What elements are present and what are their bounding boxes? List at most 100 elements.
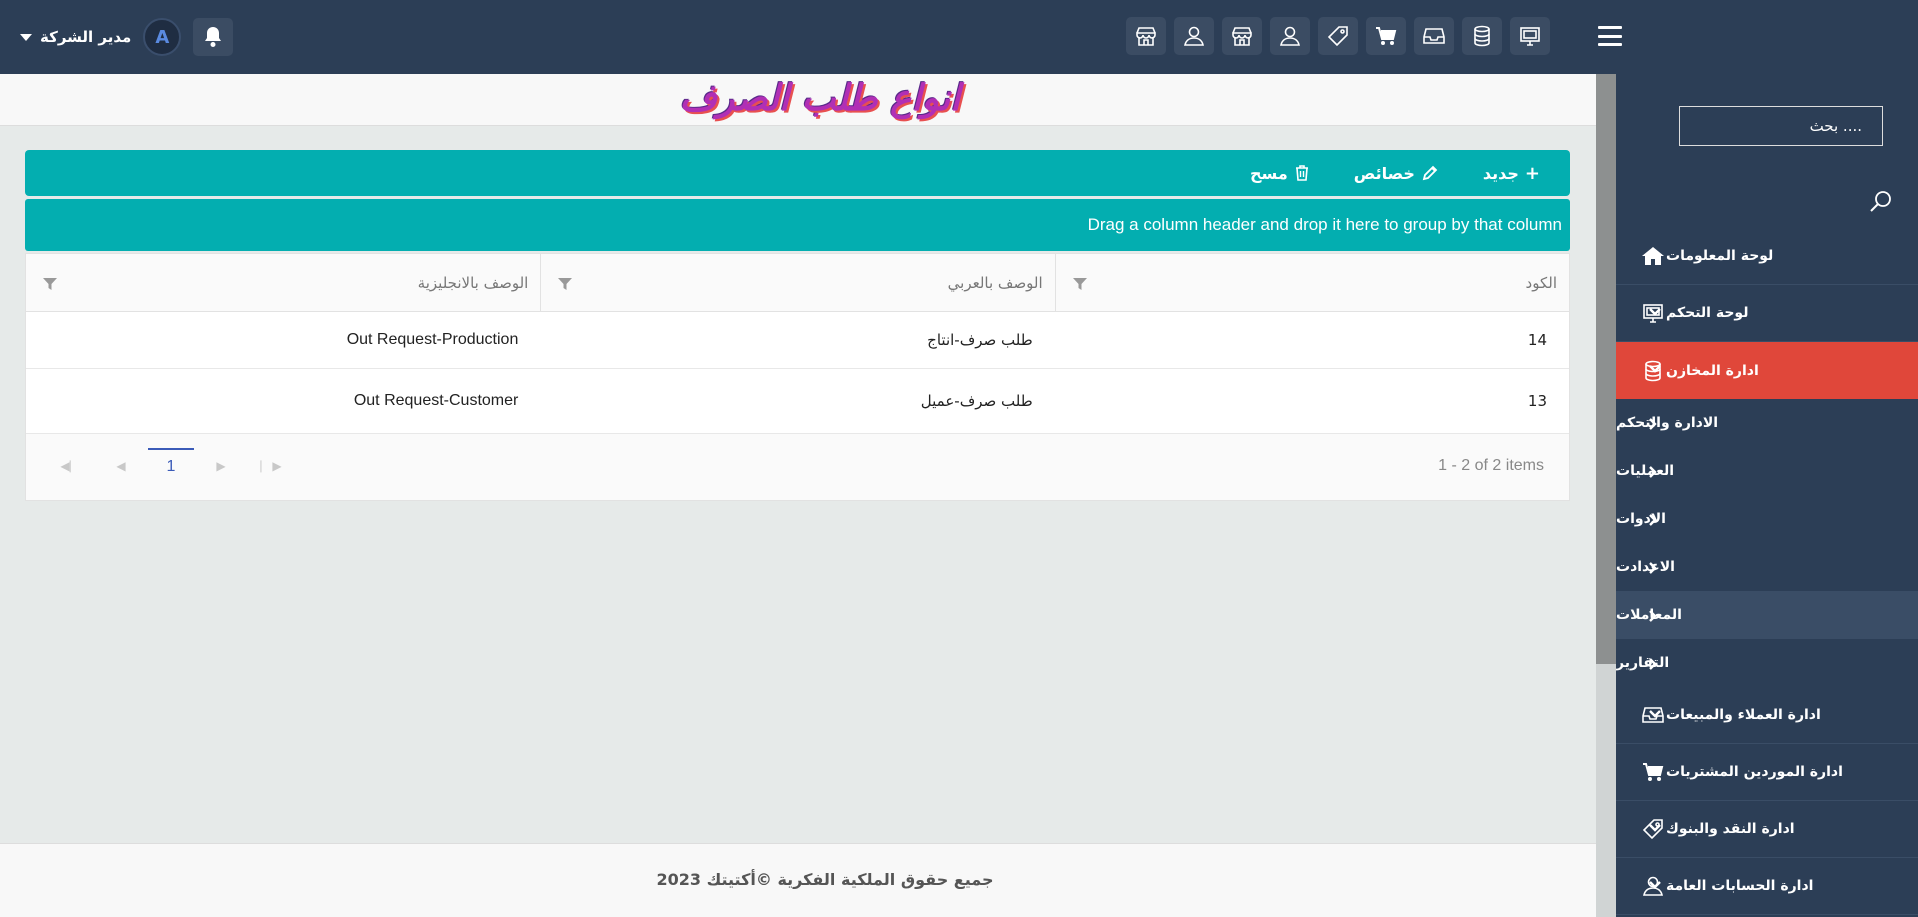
user-menu[interactable]: مدير الشركة: [20, 28, 131, 46]
bell-icon: [205, 27, 222, 47]
chevron-down-icon: [1649, 824, 1661, 832]
sidebar-subitem-transactions[interactable]: المعاملات: [1616, 591, 1918, 639]
sidebar: بحث .... لوحة المعلومات لوحة التحكم ادار…: [1616, 74, 1918, 917]
edit-button-label: خصائص: [1353, 163, 1415, 183]
sidebar-subitem-settings[interactable]: الاعدادت: [1616, 543, 1918, 591]
sidebar-item-cash-banks[interactable]: ادارة النقد والبنوك: [1616, 801, 1918, 858]
chevron-down-icon: [1649, 308, 1661, 316]
trash-icon: [1295, 165, 1308, 181]
sidebar-subitem-reports[interactable]: التقارير: [1616, 639, 1918, 687]
chevron-right-icon: [1649, 562, 1657, 574]
column-header-label: الكود: [1525, 273, 1557, 292]
sidebar-item-suppliers-purchases[interactable]: ادارة الموردين المشتريات: [1616, 744, 1918, 801]
delete-button[interactable]: مسح: [1250, 164, 1310, 183]
sidebar-subitem-management[interactable]: الادارة والتحكم: [1616, 399, 1918, 447]
chevron-down-icon: [1649, 881, 1661, 889]
chevron-right-icon: [1649, 610, 1657, 622]
group-by-panel[interactable]: Drag a column header and drop it here to…: [25, 199, 1570, 251]
chevron-right-icon: [1649, 466, 1657, 478]
sidebar-subitem-label: الادوات: [1616, 511, 1666, 527]
avatar[interactable]: A: [143, 18, 182, 56]
sidebar-subitem-label: الاعدادت: [1616, 559, 1675, 575]
edit-button[interactable]: خصائص: [1354, 164, 1439, 183]
sidebar-item-label: لوحة المعلومات: [1666, 248, 1774, 264]
column-header-english[interactable]: الوصف بالانجليزية: [26, 254, 540, 311]
column-header-code[interactable]: الكود: [1054, 254, 1569, 311]
database-icon[interactable]: [1462, 17, 1502, 55]
cart-icon[interactable]: [1366, 17, 1406, 55]
grid-table: الكود الوصف بالعربي الوصف بالانجليزية 14…: [25, 253, 1570, 501]
home-icon: [1640, 243, 1666, 269]
user-area: مدير الشركة A: [20, 18, 234, 56]
last-page-icon[interactable]: ⎸▶: [246, 448, 296, 484]
pencil-icon: [1422, 165, 1438, 181]
sidebar-item-general-accounts[interactable]: ادارة الحسابات العامة: [1616, 858, 1918, 915]
sidebar-subitem-label: العمليات: [1616, 463, 1675, 479]
user-icon[interactable]: [1270, 17, 1310, 55]
sidebar-item-label: ادارة العملاء والمبيعات: [1666, 707, 1821, 723]
new-button-label: جديد: [1482, 163, 1519, 183]
cell-english: Out Request-Production: [346, 331, 519, 348]
prev-page-icon[interactable]: ◀: [96, 448, 146, 484]
copyright-text: جميع حقوق الملكية الفكرية ©أكتيتك 2023: [656, 870, 994, 889]
filter-icon[interactable]: [557, 276, 573, 292]
store-icon[interactable]: [1222, 17, 1262, 55]
search-input[interactable]: بحث ....: [1679, 106, 1883, 146]
pager: 1 - 2 of 2 items ◀⎸ ◀ 1 ▶ ⎸▶: [26, 434, 1569, 500]
quick-access-toolbar: [1126, 17, 1550, 55]
sidebar-item-warehouses[interactable]: ادارة المخازن: [1616, 342, 1918, 399]
sidebar-subitem-operations[interactable]: العمليات: [1616, 447, 1918, 495]
cell-code: 13: [1527, 392, 1547, 410]
caret-down-icon: [20, 33, 32, 41]
table-row[interactable]: 13 طلب صرف-عميل Out Request-Customer: [26, 369, 1569, 434]
tag-icon[interactable]: [1318, 17, 1358, 55]
user-name: مدير الشركة: [40, 28, 132, 46]
pager-nav: ◀⎸ ◀ 1 ▶ ⎸▶: [46, 448, 296, 484]
sidebar-item-label: ادارة الموردين المشتريات: [1666, 764, 1843, 780]
sidebar-item-label: ادارة المخازن: [1666, 362, 1759, 379]
footer: جميع حقوق الملكية الفكرية ©أكتيتك 2023: [0, 843, 1596, 917]
table-row[interactable]: 14 طلب صرف-انتاج Out Request-Production: [26, 312, 1569, 369]
user-icon[interactable]: [1174, 17, 1214, 55]
chevron-right-icon: [1649, 418, 1657, 430]
filter-icon[interactable]: [1072, 276, 1088, 292]
delete-button-label: مسح: [1250, 163, 1288, 183]
chevron-down-icon: [1649, 365, 1661, 373]
sidebar-menu: لوحة المعلومات لوحة التحكم ادارة المخازن…: [1616, 228, 1918, 915]
cell-arabic: طلب صرف-عميل: [920, 392, 1033, 410]
title-strip: انواع طلب الصرف: [0, 74, 1596, 126]
main-content: انواع طلب الصرف + جديد خصائص مسح Drag a …: [0, 74, 1596, 917]
next-page-icon[interactable]: ▶: [196, 448, 246, 484]
search-icon[interactable]: [1868, 188, 1894, 214]
grid-toolbar: + جديد خصائص مسح: [25, 150, 1570, 196]
store-icon[interactable]: [1126, 17, 1166, 55]
chevron-right-icon: [1649, 514, 1657, 526]
chevron-right-icon: [1649, 658, 1657, 670]
sidebar-item-control-panel[interactable]: لوحة التحكم: [1616, 285, 1918, 342]
sidebar-item-label: ادارة الحسابات العامة: [1666, 878, 1814, 894]
filter-icon[interactable]: [42, 276, 58, 292]
table-header: الكود الوصف بالعربي الوصف بالانجليزية: [26, 254, 1569, 312]
sidebar-subitem-label: التقارير: [1616, 655, 1670, 671]
sidebar-item-dashboard[interactable]: لوحة المعلومات: [1616, 228, 1918, 285]
page-number[interactable]: 1: [148, 448, 194, 484]
monitor-icon[interactable]: [1510, 17, 1550, 55]
cell-english: Out Request-Customer: [353, 392, 519, 409]
cell-code: 14: [1527, 331, 1547, 349]
page-title: انواع طلب الصرف: [679, 78, 961, 119]
sidebar-item-customers-sales[interactable]: ادارة العملاء والمبيعات: [1616, 687, 1918, 744]
notifications-button[interactable]: [193, 18, 234, 56]
sidebar-item-label: لوحة التحكم: [1666, 305, 1749, 321]
column-header-label: الوصف بالانجليزية: [417, 273, 529, 292]
sidebar-item-label: ادارة النقد والبنوك: [1666, 821, 1795, 837]
vertical-scrollbar[interactable]: [1596, 74, 1616, 917]
new-button[interactable]: + جديد: [1483, 163, 1540, 184]
first-page-icon[interactable]: ◀⎸: [46, 448, 96, 484]
menu-toggle-button[interactable]: [1598, 26, 1622, 46]
sidebar-subitem-tools[interactable]: الادوات: [1616, 495, 1918, 543]
chevron-down-icon: [1649, 710, 1661, 718]
sidebar-subitem-label: الادارة والتحكم: [1616, 415, 1719, 431]
column-header-arabic[interactable]: الوصف بالعربي: [540, 254, 1054, 311]
inbox-icon[interactable]: [1414, 17, 1454, 55]
scrollbar-thumb[interactable]: [1596, 74, 1616, 664]
